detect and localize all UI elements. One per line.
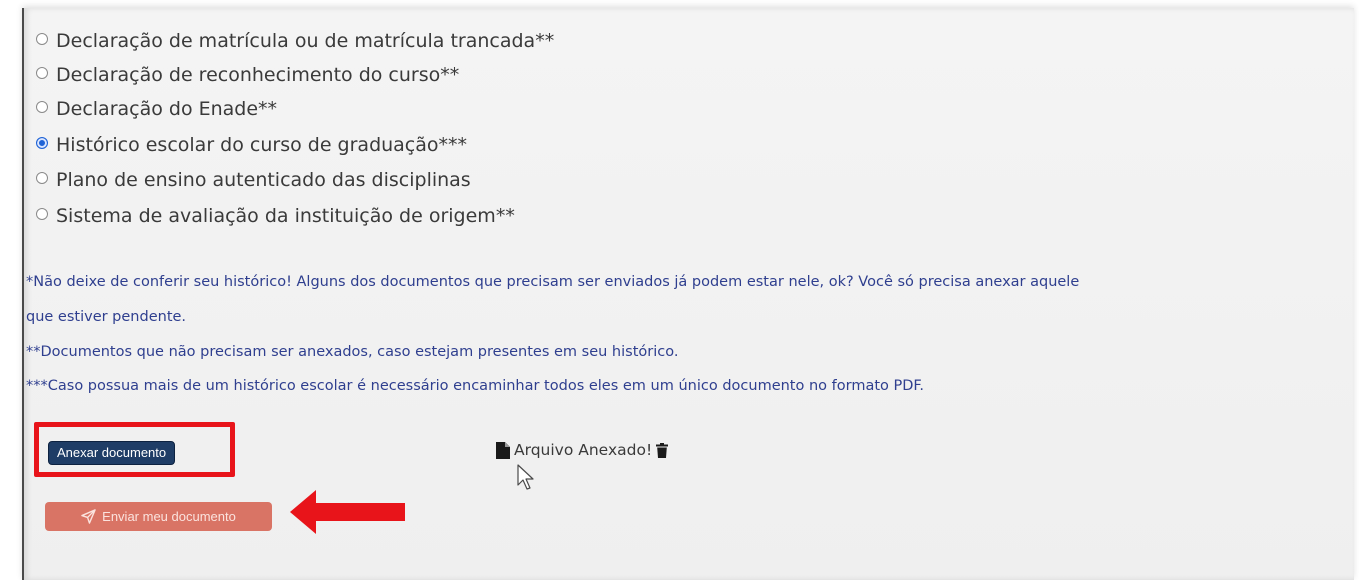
radio-button[interactable] [36,67,48,79]
send-button-label: Enviar meu documento [102,509,236,524]
paper-plane-icon [81,509,96,524]
option-label: Plano de ensino autenticado das discipli… [56,169,471,191]
option-declaracao-matricula[interactable]: Declaração de matrícula ou de matrícula … [36,24,554,58]
radio-button[interactable] [36,33,48,45]
note-multiplos-historicos: ***Caso possua mais de um histórico esco… [26,378,925,394]
attached-status-text: Arquivo Anexado! [514,441,653,459]
radio-button[interactable] [36,208,48,220]
option-label: Sistema de avaliação da instituição de o… [56,205,515,227]
option-label: Histórico escolar do curso de graduação*… [56,134,468,156]
mouse-cursor-icon [517,464,534,490]
radio-button-selected[interactable] [36,137,48,149]
option-label: Declaração de matrícula ou de matrícula … [56,30,555,52]
note-conferir-historico-cont: que estiver pendente. [26,309,187,325]
option-declaracao-enade[interactable]: Declaração do Enade** [36,92,277,126]
option-historico-escolar[interactable]: Histórico escolar do curso de graduação*… [36,128,467,162]
note-conferir-historico: *Não deixe de conferir seu histórico! Al… [26,274,1080,290]
note-documentos-nao-anexados: **Documentos que não precisam ser anexad… [26,344,679,360]
option-plano-ensino[interactable]: Plano de ensino autenticado das discipli… [36,163,471,197]
file-icon [496,441,510,459]
option-label: Declaração de reconhecimento do curso** [56,64,460,86]
trash-icon[interactable] [656,442,669,458]
option-label: Declaração do Enade** [56,98,278,120]
attach-document-button[interactable]: Anexar documento [48,441,176,465]
document-request-panel: Declaração de matrícula ou de matrícula … [22,8,1354,580]
send-document-button[interactable]: Enviar meu documento [45,502,272,531]
option-sistema-avaliacao[interactable]: Sistema de avaliação da instituição de o… [36,199,515,233]
option-declaracao-reconhecimento[interactable]: Declaração de reconhecimento do curso** [36,58,459,92]
attached-status: Arquivo Anexado! [496,437,669,463]
radio-button[interactable] [36,101,48,113]
red-arrow-icon [290,490,405,534]
radio-button[interactable] [36,172,48,184]
